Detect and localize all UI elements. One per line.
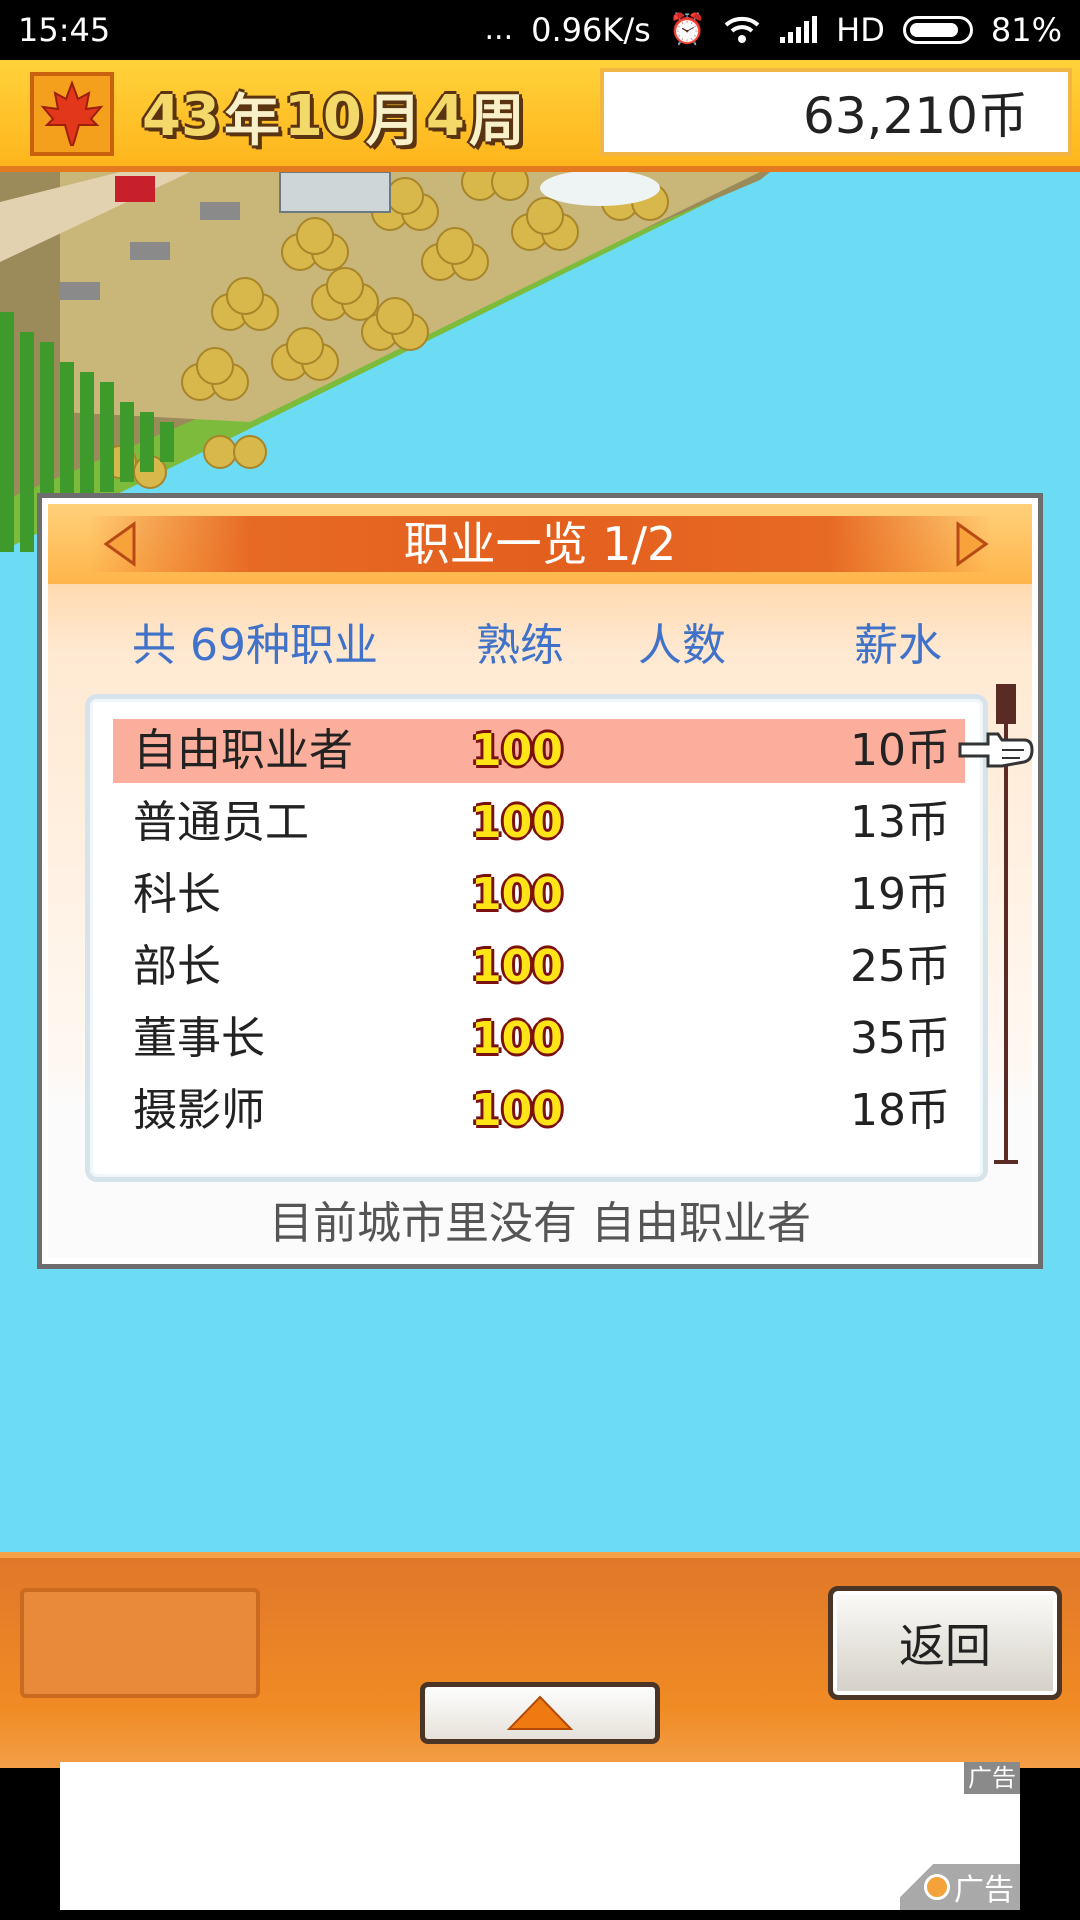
job-row[interactable]: 部长 100 25币 — [113, 935, 965, 999]
more-dots-icon: ... — [484, 12, 514, 47]
job-salary: 35币 — [850, 1013, 950, 1064]
job-row[interactable]: 科长 100 19币 — [113, 863, 965, 927]
game-date: 43 年 10 月 4 周 — [142, 80, 525, 154]
job-row[interactable]: 自由职业者 100 10币 — [113, 719, 965, 783]
job-skill: 100 — [471, 796, 563, 848]
date-week-unit: 周 — [468, 88, 525, 154]
ad-tag: 广告 — [964, 1762, 1020, 1794]
job-name: 科长 — [133, 869, 221, 920]
job-row[interactable]: 摄影师 100 18币 — [113, 1079, 965, 1143]
status-bar: 15:45 ... 0.96K/s ⏰ HD 81% — [0, 0, 1080, 60]
battery-percent: 81% — [990, 11, 1062, 49]
job-salary: 18币 — [850, 1085, 950, 1136]
network-type: HD — [836, 11, 885, 49]
job-row[interactable]: 普通员工 100 13币 — [113, 791, 965, 855]
job-name: 自由职业者 — [133, 725, 353, 776]
ad-banner[interactable]: 广告 广告 — [60, 1762, 1020, 1910]
ad-brand-label: 广告 — [954, 1873, 1014, 1908]
job-name: 普通员工 — [133, 797, 309, 848]
game-top-bar: 43 年 10 月 4 周 63,210币 — [0, 60, 1080, 172]
back-button[interactable]: 返回 — [828, 1586, 1062, 1700]
signal-icon — [780, 16, 818, 43]
job-skill: 100 — [471, 868, 563, 920]
alarm-icon: ⏰ — [668, 12, 707, 47]
panel-title: 职业一览 1/2 — [403, 517, 677, 571]
job-status-note: 目前城市里没有 自由职业者 — [269, 1198, 811, 1249]
money-display: 63,210币 — [600, 68, 1072, 156]
date-month-unit: 月 — [365, 88, 422, 154]
panel-inner: 职业一览 1/2 共 69种职业 熟练 人数 薪水 自由职业者 100 10币 … — [48, 504, 1034, 1258]
column-headers: 共 69种职业 熟练 人数 薪水 — [48, 616, 1032, 676]
header-total-jobs[interactable]: 共 69种职业 — [132, 616, 378, 676]
job-skill: 100 — [471, 940, 563, 992]
job-salary: 19币 — [850, 869, 950, 920]
job-name: 董事长 — [133, 1013, 265, 1064]
job-name: 摄影师 — [133, 1085, 265, 1136]
maple-leaf-icon[interactable] — [30, 72, 114, 156]
header-count[interactable]: 人数 — [638, 616, 726, 676]
ad-brand[interactable]: 广告 — [900, 1864, 1020, 1910]
battery-icon — [902, 16, 973, 44]
job-list: 自由职业者 100 10币 普通员工 100 13币 科长 100 19币 部长… — [85, 694, 988, 1182]
arrow-right-icon[interactable] — [950, 520, 994, 568]
date-month: 10 — [283, 83, 362, 149]
date-week: 4 — [425, 83, 465, 149]
job-salary: 25币 — [850, 941, 950, 992]
date-year: 43 — [142, 83, 220, 149]
scroll-thumb[interactable] — [996, 684, 1016, 724]
job-skill: 100 — [471, 1084, 563, 1136]
job-skill: 100 — [471, 724, 563, 776]
arrow-left-icon[interactable] — [98, 520, 142, 568]
job-list-panel: 职业一览 1/2 共 69种职业 熟练 人数 薪水 自由职业者 100 10币 … — [37, 493, 1043, 1269]
hand-pointer-icon — [958, 732, 1034, 768]
date-year-unit: 年 — [223, 88, 280, 154]
status-right: ... 0.96K/s ⏰ HD 81% — [485, 11, 1062, 49]
wifi-icon — [724, 16, 760, 43]
job-salary: 13币 — [850, 797, 950, 848]
job-row[interactable]: 董事长 100 35币 — [113, 1007, 965, 1071]
job-skill: 100 — [471, 1012, 563, 1064]
scroll-end — [994, 1160, 1018, 1164]
job-name: 部长 — [133, 941, 221, 992]
header-salary[interactable]: 薪水 — [854, 616, 942, 676]
triangle-up-icon — [506, 1695, 574, 1730]
header-skill[interactable]: 熟练 — [476, 616, 564, 676]
expand-up-button[interactable] — [420, 1682, 660, 1744]
job-salary: 10币 — [850, 725, 950, 776]
network-speed: 0.96K/s — [531, 11, 651, 49]
status-time: 15:45 — [18, 11, 111, 49]
empty-slot — [20, 1588, 260, 1698]
sun-icon — [924, 1874, 950, 1900]
panel-title-bar: 职业一览 1/2 — [48, 504, 1032, 584]
bottom-bar: 返回 — [0, 1552, 1080, 1772]
